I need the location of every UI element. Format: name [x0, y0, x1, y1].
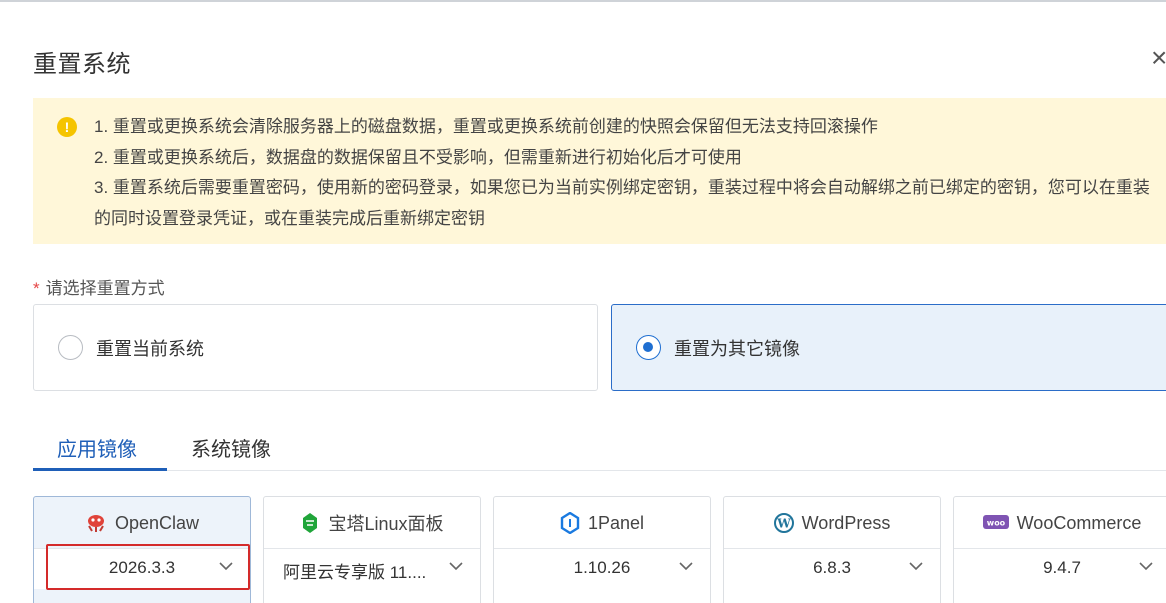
- chevron-down-icon: [678, 559, 694, 573]
- warning-notice: 1. 重置或更换系统会清除服务器上的磁盘数据，重置或更换系统前创建的快照会保留但…: [33, 98, 1166, 244]
- tab-system-images[interactable]: 系统镜像: [191, 433, 271, 462]
- image-card-head: woo WooCommerce: [954, 497, 1166, 549]
- notice-line-1: 1. 重置或更换系统会清除服务器上的磁盘数据，重置或更换系统前创建的快照会保留但…: [94, 117, 878, 136]
- image-card-1panel[interactable]: 1Panel 1.10.26: [493, 496, 711, 603]
- chevron-down-icon: [908, 559, 924, 573]
- notice-line-2: 2. 重置或更换系统后，数据盘的数据保留且不受影响，但需重新进行初始化后才可使用: [94, 147, 742, 167]
- option-reset-other-image[interactable]: 重置为其它镜像: [611, 304, 1166, 391]
- version-select-1panel[interactable]: 1.10.26: [494, 549, 710, 589]
- warning-icon: !: [57, 117, 77, 137]
- version-select-openclaw[interactable]: 2026.3.3: [34, 549, 250, 589]
- image-card-head: OpenClaw: [34, 497, 250, 549]
- window-top-border: [0, 0, 1166, 2]
- 1panel-icon: [560, 512, 580, 534]
- dialog-title: 重置系统: [33, 51, 131, 78]
- image-card-openclaw[interactable]: OpenClaw 2026.3.3: [33, 496, 251, 603]
- woocommerce-icon: woo: [982, 515, 1009, 531]
- wordpress-icon: W: [773, 513, 794, 533]
- radio-reset-current[interactable]: [58, 335, 83, 360]
- reset-mode-label: * 请选择重置方式: [33, 274, 165, 299]
- image-card-woocommerce[interactable]: woo WooCommerce 9.4.7: [953, 496, 1166, 603]
- version-select-wordpress[interactable]: 6.8.3: [724, 549, 940, 589]
- tab-app-images[interactable]: 应用镜像: [57, 433, 137, 462]
- radio-reset-other-image[interactable]: [636, 335, 661, 360]
- svg-text:woo: woo: [986, 519, 1005, 528]
- image-name-1panel: 1Panel: [587, 512, 645, 533]
- notice-line-3: 3. 重置系统后需要重置密码，使用新的密码登录，如果您已为当前实例绑定密钥，重装…: [94, 178, 1150, 228]
- active-tab-indicator: [33, 468, 167, 471]
- close-icon[interactable]: ×: [1151, 44, 1166, 72]
- image-tabs: 应用镜像 系统镜像: [33, 420, 1166, 471]
- option-label-reset-current: 重置当前系统: [96, 339, 204, 359]
- version-value-baota: 阿里云专享版 11....: [283, 563, 427, 582]
- image-card-wordpress[interactable]: W WordPress 6.8.3: [723, 496, 941, 603]
- image-name-baota: 宝塔Linux面板: [328, 514, 444, 534]
- image-card-head: 1Panel: [494, 497, 710, 549]
- openclaw-icon: [85, 513, 107, 533]
- required-mark: *: [33, 279, 40, 298]
- reset-mode-label-text: 请选择重置方式: [45, 279, 165, 298]
- version-select-woocommerce[interactable]: 9.4.7: [954, 549, 1166, 589]
- option-label-reset-other: 重置为其它镜像: [674, 339, 800, 359]
- image-card-head: W WordPress: [724, 497, 940, 549]
- svg-text:W: W: [776, 517, 791, 531]
- image-name-woocommerce: WooCommerce: [1016, 512, 1142, 533]
- option-reset-current-system[interactable]: 重置当前系统: [33, 304, 598, 391]
- image-card-baota[interactable]: 宝塔Linux面板 阿里云专享版 11....: [263, 496, 481, 603]
- image-card-head: 宝塔Linux面板: [264, 497, 480, 549]
- chevron-down-icon: [448, 559, 464, 573]
- version-value-woocommerce: 9.4.7: [1043, 558, 1081, 577]
- chevron-down-icon: [1138, 559, 1154, 573]
- chevron-down-icon: [218, 559, 234, 573]
- image-name-openclaw: OpenClaw: [114, 512, 200, 533]
- baota-icon: [300, 512, 320, 534]
- version-select-baota[interactable]: 阿里云专享版 11....: [264, 549, 480, 589]
- image-name-wordpress: WordPress: [801, 512, 891, 533]
